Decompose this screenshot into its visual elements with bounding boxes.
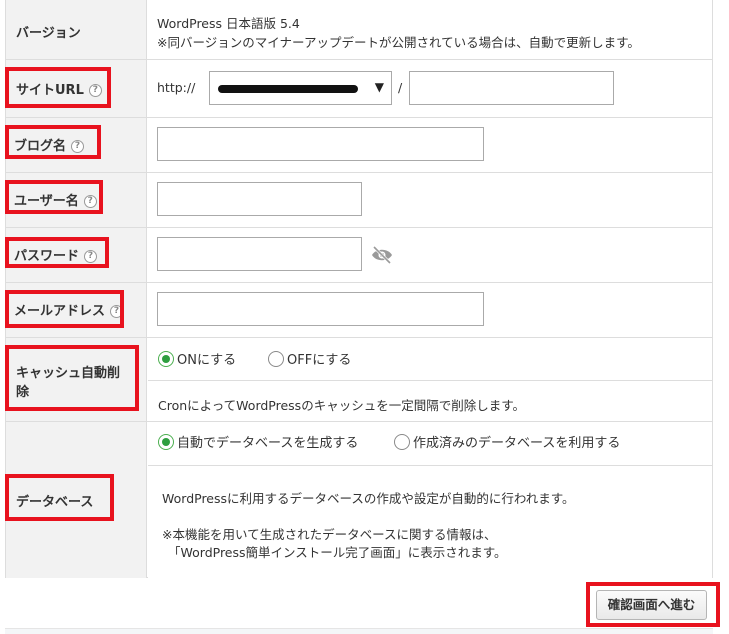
database-description: WordPressに利用するデータベースの作成や設定が自動的に行われます。: [162, 491, 575, 506]
version-row: バージョン WordPress 日本語版 5.4 ※同バージョンのマイナーアップ…: [6, 0, 712, 59]
site-url-row: サイトURL? http:// ▼ /: [6, 59, 712, 117]
site-url-value-cell: http:// ▼ /: [148, 60, 712, 117]
cache-on-radio[interactable]: ONにする: [158, 349, 236, 368]
password-row: パスワード?: [6, 227, 712, 282]
domain-select[interactable]: ▼: [209, 71, 392, 105]
database-existing-radio[interactable]: 作成済みのデータベースを利用する: [394, 432, 620, 451]
password-label-cell: パスワード?: [6, 228, 147, 282]
radio-selected-icon: [158, 433, 174, 450]
site-url-label-wrap: サイトURL?: [16, 79, 102, 98]
site-url-protocol: http://: [157, 80, 196, 95]
bottom-panel-edge: [5, 628, 713, 634]
eye-slash-icon[interactable]: [370, 246, 394, 264]
cache-on-label: ONにする: [177, 353, 237, 368]
cache-label-line1: キャッシュ自動削: [16, 366, 121, 381]
database-label-cell: データベース: [6, 422, 147, 578]
email-label: メールアドレス: [14, 304, 106, 319]
version-label: バージョン: [16, 26, 81, 41]
blog-name-label-cell: ブログ名?: [6, 118, 147, 172]
help-icon[interactable]: ?: [110, 305, 124, 318]
cache-divider: [148, 380, 712, 381]
cache-row: キャッシュ自動削 除 ONにする OFFにする CronによってWordPres…: [6, 337, 712, 421]
password-input[interactable]: [157, 237, 362, 271]
cache-description: CronによってWordPressのキャッシュを一定間隔で削除します。: [158, 398, 525, 413]
blog-name-label: ブログ名: [14, 139, 67, 154]
blog-name-value-cell: [148, 118, 712, 172]
database-row: データベース 自動でデータベースを生成する 作成済みのデータベースを利用する W…: [6, 421, 712, 578]
blog-name-label-wrap: ブログ名?: [14, 135, 85, 154]
password-label-wrap: パスワード?: [14, 245, 98, 264]
database-auto-radio[interactable]: 自動でデータベースを生成する: [158, 432, 358, 451]
email-label-cell: メールアドレス?: [6, 283, 147, 337]
database-existing-label: 作成済みのデータベースを利用する: [413, 436, 621, 451]
version-value-cell: WordPress 日本語版 5.4 ※同バージョンのマイナーアップデートが公開…: [148, 0, 712, 59]
blog-name-input[interactable]: [157, 127, 484, 161]
radio-unselected-icon: [394, 433, 410, 450]
email-value-cell: [148, 283, 712, 337]
user-name-label-cell: ユーザー名?: [6, 173, 147, 227]
domain-select-value-masked: [218, 85, 358, 93]
database-note-line1: ※本機能を用いて生成されたデータベースに関する情報は、: [162, 527, 497, 542]
cache-off-label: OFFにする: [287, 353, 352, 368]
password-label: パスワード: [14, 249, 80, 264]
site-url-path-input[interactable]: [409, 71, 614, 105]
version-value: WordPress 日本語版 5.4: [157, 16, 300, 31]
site-url-label: サイトURL: [16, 83, 84, 98]
password-value-cell: [148, 228, 712, 282]
email-label-wrap: メールアドレス?: [14, 300, 124, 319]
user-name-label-wrap: ユーザー名?: [14, 190, 97, 209]
cache-label-line2: 除: [16, 385, 30, 400]
help-icon[interactable]: ?: [83, 195, 97, 208]
radio-unselected-icon: [268, 350, 284, 367]
cache-off-radio[interactable]: OFFにする: [268, 349, 351, 368]
version-label-cell: バージョン: [6, 0, 147, 59]
install-form-table: バージョン WordPress 日本語版 5.4 ※同バージョンのマイナーアップ…: [5, 0, 713, 578]
help-icon[interactable]: ?: [84, 250, 98, 263]
user-name-label: ユーザー名: [14, 194, 79, 209]
help-icon[interactable]: ?: [71, 140, 85, 153]
version-note: ※同バージョンのマイナーアップデートが公開されている場合は、自動で更新します。: [157, 35, 640, 50]
blog-name-row: ブログ名?: [6, 117, 712, 172]
database-label: データベース: [16, 495, 94, 510]
database-value-cell: 自動でデータベースを生成する 作成済みのデータベースを利用する WordPres…: [148, 422, 712, 578]
site-url-separator: /: [398, 80, 403, 95]
email-row: メールアドレス?: [6, 282, 712, 337]
user-name-row: ユーザー名?: [6, 172, 712, 227]
radio-selected-icon: [158, 350, 174, 367]
user-name-value-cell: [148, 173, 712, 227]
email-input[interactable]: [157, 292, 484, 326]
database-divider: [148, 465, 712, 466]
confirm-button[interactable]: 確認画面へ進む: [596, 590, 707, 620]
chevron-down-icon: ▼: [374, 80, 384, 94]
database-auto-label: 自動でデータベースを生成する: [177, 436, 359, 451]
help-icon[interactable]: ?: [88, 84, 102, 97]
site-url-label-cell: サイトURL?: [6, 60, 147, 117]
cache-label-cell: キャッシュ自動削 除: [6, 338, 147, 421]
database-note-line2: 「WordPress簡単インストール完了画面」に表示されます。: [168, 545, 507, 560]
user-name-input[interactable]: [157, 182, 362, 216]
